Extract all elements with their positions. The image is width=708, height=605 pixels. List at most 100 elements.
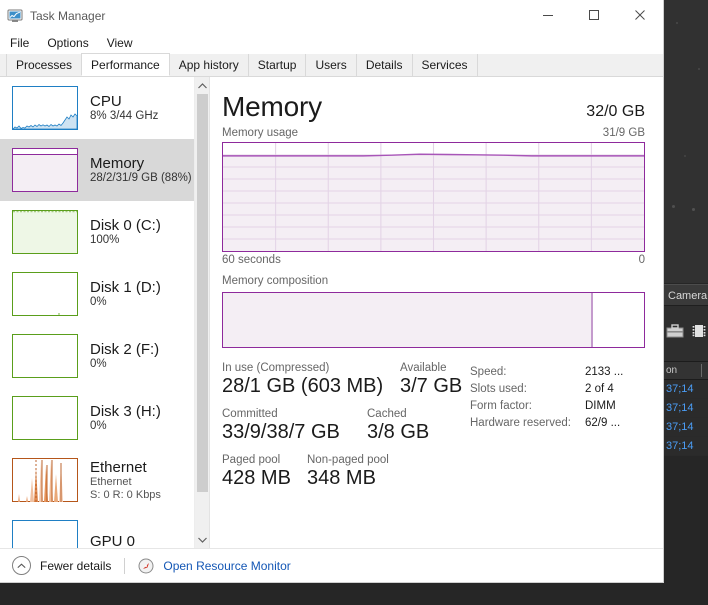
background-row[interactable]: 37;14 <box>664 399 708 418</box>
stat-key: Hardware reserved: <box>470 417 571 429</box>
background-column-header[interactable]: on <box>664 362 708 380</box>
sidebar-item-cpu[interactable]: CPU 8% 3/44 GHz <box>0 77 194 139</box>
minimize-button[interactable] <box>525 0 571 30</box>
stat-value: 3/8 GB <box>367 421 430 443</box>
stat-committed: Committed 33/9/38/7 GB <box>222 408 367 444</box>
maximize-button[interactable] <box>571 0 617 30</box>
tab-startup[interactable]: Startup <box>247 54 307 76</box>
composition-in-use[interactable] <box>223 293 594 347</box>
sidebar-item-sub: 8% 3/44 GHz <box>90 110 159 123</box>
sidebar-item-label: Ethernet <box>90 458 147 476</box>
briefcase-icon[interactable] <box>666 323 684 344</box>
scroll-down-icon[interactable] <box>195 531 209 548</box>
menu-options[interactable]: Options <box>47 36 88 50</box>
sidebar-item-sub: 28/2/31/9 GB (88%) <box>90 172 192 185</box>
close-button[interactable] <box>617 0 663 30</box>
performance-sidebar: CPU 8% 3/44 GHz Memory 28/2/31/9 GB (88%… <box>0 77 210 548</box>
sidebar-item-label: CPU <box>90 92 122 110</box>
footer-divider <box>124 557 126 574</box>
sidebar-item-label: Disk 2 (F:) <box>90 340 160 358</box>
axis-right-label: 0 <box>638 254 645 266</box>
stat-value: 62/9 ... <box>585 417 621 429</box>
disk1-thumbnail <box>12 272 78 316</box>
stat-key: Form factor: <box>470 400 532 412</box>
stat-paged-pool: Paged pool 428 MB <box>222 454 307 490</box>
background-toolbar[interactable] <box>664 306 708 362</box>
scrollbar-thumb[interactable] <box>197 94 208 492</box>
sidebar-scrollbar[interactable] <box>194 77 209 548</box>
stat-value: DIMM <box>585 400 616 412</box>
memory-thumbnail <box>12 148 78 192</box>
memory-total: 32/0 GB <box>586 103 645 120</box>
chevron-up-circle-icon[interactable] <box>12 556 31 575</box>
memory-header: Memory 32/0 GB <box>222 91 645 123</box>
resource-monitor-icon[interactable] <box>138 558 154 574</box>
cpu-thumbnail <box>12 86 78 130</box>
memory-detail-panel: Memory 32/0 GB Memory usage 31/9 GB 60 s… <box>210 77 663 548</box>
stat-label: In use (Compressed) <box>222 362 330 374</box>
tab-processes[interactable]: Processes <box>6 54 83 76</box>
background-row[interactable]: 37;14 <box>664 418 708 437</box>
stat-in-use: In use (Compressed) 28/1 GB (603 MB) <box>222 362 400 398</box>
open-resource-monitor-link[interactable]: Open Resource Monitor <box>163 559 290 573</box>
page-title: Memory <box>222 91 322 122</box>
disk2-thumbnail <box>12 334 78 378</box>
sidebar-item-disk-0[interactable]: Disk 0 (C:) 100% <box>0 201 194 263</box>
stat-speed: Speed: 2133 ... <box>470 364 645 381</box>
menu-file[interactable]: File <box>10 36 29 50</box>
memory-stats-left: In use (Compressed) 28/1 GB (603 MB) Ava… <box>222 362 470 500</box>
tab-users[interactable]: Users <box>305 54 357 76</box>
stat-value: 348 MB <box>307 467 376 489</box>
sidebar-ethernet-text: Ethernet Ethernet S: 0 R: 0 Kbps <box>90 459 161 502</box>
tab-app-history[interactable]: App history <box>168 54 249 76</box>
usage-axis-labels: 60 seconds 0 <box>222 254 645 266</box>
sidebar-disk1-text: Disk 1 (D:) 0% <box>90 279 161 309</box>
sidebar-item-disk-2[interactable]: Disk 2 (F:) 0% <box>0 325 194 387</box>
column-divider <box>701 364 702 377</box>
sidebar-item-gpu-0[interactable]: GPU 0 <box>0 511 194 548</box>
stat-value: 2 of 4 <box>585 383 614 395</box>
usage-graph-labels: Memory usage 31/9 GB <box>222 127 645 139</box>
sidebar-memory-text: Memory 28/2/31/9 GB (88%) <box>90 155 192 185</box>
memory-composition-bar[interactable] <box>222 292 645 348</box>
sidebar-item-disk-3[interactable]: Disk 3 (H:) 0% <box>0 387 194 449</box>
sidebar-list: CPU 8% 3/44 GHz Memory 28/2/31/9 GB (88%… <box>0 77 194 548</box>
fewer-details-button[interactable]: Fewer details <box>40 559 111 573</box>
sidebar-item-sub: 0% <box>90 420 107 433</box>
stat-slots-used: Slots used: 2 of 4 <box>470 381 645 398</box>
composition-label: Memory composition <box>222 275 329 287</box>
background-row[interactable]: 37;14 <box>664 380 708 399</box>
background-row[interactable]: 37;14 <box>664 437 708 456</box>
sidebar-item-label: Memory <box>90 154 145 172</box>
stat-non-paged-pool: Non-paged pool 348 MB <box>307 454 389 490</box>
stat-label: Paged pool <box>222 454 281 466</box>
composition-available[interactable] <box>593 293 644 347</box>
stat-value: 33/9/38/7 GB <box>222 421 340 443</box>
background-column-header-label: on <box>666 365 678 376</box>
stat-available: Available 3/7 GB <box>400 362 462 398</box>
stat-value: 2133 ... <box>585 366 624 378</box>
usage-graph-max: 31/9 GB <box>602 127 645 139</box>
sidebar-item-memory[interactable]: Memory 28/2/31/9 GB (88%) <box>0 139 194 201</box>
stat-key: Speed: <box>470 366 507 378</box>
stat-value: 428 MB <box>222 467 291 489</box>
film-strip-icon[interactable] <box>690 323 708 344</box>
ethernet-thumbnail <box>12 458 78 502</box>
sidebar-item-disk-1[interactable]: Disk 1 (D:) 0% <box>0 263 194 325</box>
content-area: CPU 8% 3/44 GHz Memory 28/2/31/9 GB (88%… <box>0 77 663 548</box>
sidebar-item-ethernet[interactable]: Ethernet Ethernet S: 0 R: 0 Kbps <box>0 449 194 511</box>
sidebar-item-sub2: S: 0 R: 0 Kbps <box>90 488 161 501</box>
scroll-up-icon[interactable] <box>195 77 209 94</box>
window-controls <box>525 0 663 30</box>
menu-view[interactable]: View <box>107 36 133 50</box>
composition-label-row: Memory composition <box>222 271 645 289</box>
stat-row-pools: Paged pool 428 MB Non-paged pool 348 MB <box>222 454 470 490</box>
stat-label: Committed <box>222 408 278 420</box>
sidebar-disk2-text: Disk 2 (F:) 0% <box>90 341 159 371</box>
tab-services[interactable]: Services <box>411 54 478 76</box>
memory-usage-graph[interactable] <box>222 142 645 252</box>
tab-details[interactable]: Details <box>355 54 413 76</box>
memory-stats: In use (Compressed) 28/1 GB (603 MB) Ava… <box>222 362 645 500</box>
menu-bar: File Options View <box>0 32 663 54</box>
tab-performance[interactable]: Performance <box>81 53 170 76</box>
